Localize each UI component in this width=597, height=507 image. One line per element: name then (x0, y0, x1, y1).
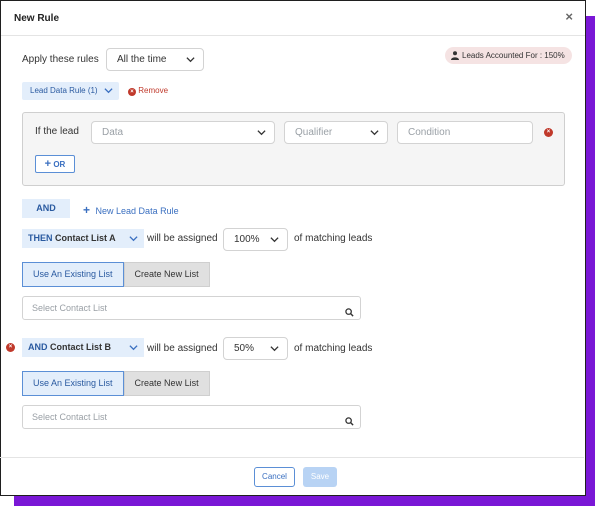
then-contact-list-a[interactable]: THEN Contact List A (22, 229, 144, 248)
remove-x-icon: × (128, 88, 136, 96)
lead-data-rule-label: Lead Data Rule (1) (30, 86, 98, 95)
apply-select-value: All the time (117, 54, 167, 65)
remove-rule-link[interactable]: × Remove (128, 86, 168, 96)
remove-label: Remove (138, 86, 169, 95)
will-be-assigned-label: will be assigned (147, 343, 218, 354)
list-mode-toggle-b: Use An Existing List Create New List (22, 371, 210, 396)
contact-list-a-name: Contact List A (55, 233, 116, 243)
then-keyword: THEN (28, 233, 53, 243)
condition-input[interactable]: Condition (397, 121, 533, 144)
qualifier-select[interactable]: Qualifier (284, 121, 388, 144)
or-label: OR (53, 160, 66, 169)
leads-accounted-text: Leads Accounted For : 150% (462, 51, 565, 60)
add-or-button[interactable]: + OR (35, 155, 75, 173)
contact-list-b-name: Contact List B (50, 342, 112, 352)
chevron-down-icon (129, 234, 138, 243)
chevron-down-icon (104, 86, 113, 95)
chevron-down-icon (270, 344, 279, 353)
will-be-assigned-label: will be assigned (147, 233, 218, 244)
cancel-button[interactable]: Cancel (254, 467, 295, 487)
delete-condition-icon[interactable]: × (544, 128, 553, 137)
if-the-lead-label: If the lead (35, 126, 79, 137)
use-existing-list-button[interactable]: Use An Existing List (22, 262, 124, 287)
qualifier-select-placeholder: Qualifier (295, 127, 333, 138)
percent-a-value: 100% (234, 234, 260, 245)
matching-leads-label: of matching leads (294, 343, 373, 354)
new-lead-data-rule-link[interactable]: + New Lead Data Rule (83, 203, 179, 217)
chevron-down-icon (270, 235, 279, 244)
apply-label: Apply these rules (22, 54, 99, 65)
and-keyword: AND (28, 342, 48, 352)
chevron-down-icon (129, 343, 138, 352)
leads-accounted-badge: Leads Accounted For : 150% (445, 47, 572, 64)
search-icon (345, 412, 354, 434)
condition-input-placeholder: Condition (408, 127, 451, 138)
and-toggle[interactable]: AND (22, 199, 70, 218)
search-placeholder: Select Contact List (32, 412, 108, 422)
create-new-list-button[interactable]: Create New List (123, 371, 210, 396)
plus-icon: + (83, 203, 91, 217)
chevron-down-icon (370, 128, 379, 137)
list-mode-toggle-a: Use An Existing List Create New List (22, 262, 210, 287)
contact-list-search-a[interactable]: Select Contact List (22, 296, 361, 320)
contact-list-search-b[interactable]: Select Contact List (22, 405, 361, 429)
new-lead-data-rule-label: New Lead Data Rule (95, 206, 179, 216)
delete-assignment-icon[interactable]: × (6, 343, 15, 352)
data-select[interactable]: Data (91, 121, 275, 144)
and-contact-list-b[interactable]: AND Contact List B (22, 338, 144, 357)
dialog-title: New Rule (14, 13, 60, 24)
percent-select-b[interactable]: 50% (223, 337, 288, 360)
search-placeholder: Select Contact List (32, 303, 108, 313)
lead-data-rule-tab[interactable]: Lead Data Rule (1) (22, 82, 119, 100)
chevron-down-icon (186, 55, 195, 64)
plus-icon: + (44, 158, 52, 170)
chevron-down-icon (257, 128, 266, 137)
percent-select-a[interactable]: 100% (223, 228, 288, 251)
data-select-placeholder: Data (102, 127, 124, 138)
percent-b-value: 50% (234, 343, 255, 354)
create-new-list-button[interactable]: Create New List (123, 262, 210, 287)
user-icon (451, 49, 459, 66)
matching-leads-label: of matching leads (294, 233, 373, 244)
save-button[interactable]: Save (303, 467, 337, 487)
use-existing-list-button[interactable]: Use An Existing List (22, 371, 124, 396)
dialog-header: New Rule × (1, 1, 585, 36)
search-icon (345, 303, 354, 325)
apply-select[interactable]: All the time (106, 48, 204, 71)
close-icon[interactable]: × (565, 9, 573, 24)
